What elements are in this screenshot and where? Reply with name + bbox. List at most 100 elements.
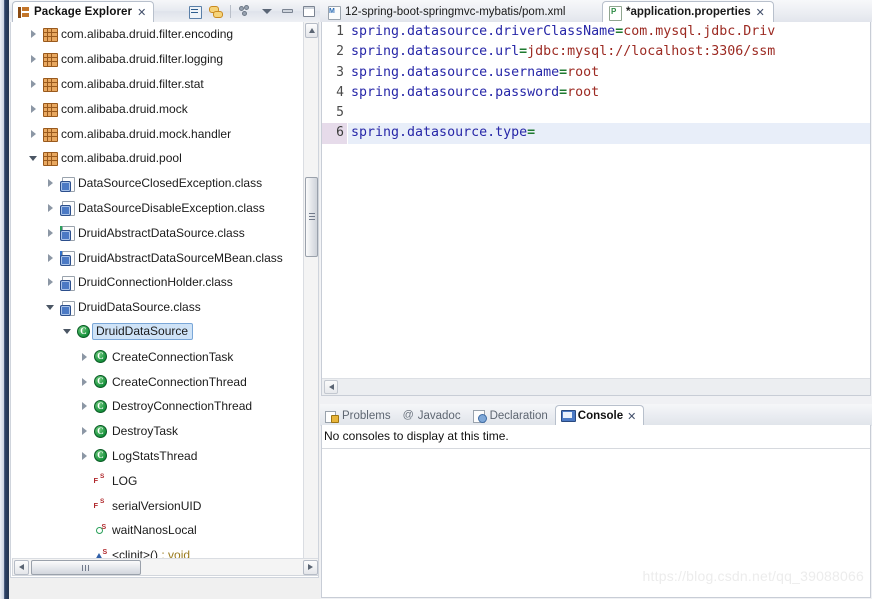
class-icon-slot: C xyxy=(75,325,92,339)
tree-row[interactable]: com.alibaba.druid.pool xyxy=(11,146,305,171)
arrow-right-icon xyxy=(308,564,313,570)
maximize-button[interactable] xyxy=(299,2,318,20)
view-menu-button[interactable] xyxy=(257,2,276,20)
editor-text-area[interactable]: spring.datasource.driverClassName=com.my… xyxy=(348,22,870,377)
collapse-all-icon xyxy=(188,5,202,19)
collapse-all-button[interactable] xyxy=(185,2,204,20)
scroll-up-button[interactable] xyxy=(305,23,318,38)
tree-row[interactable]: S F LOG xyxy=(11,468,305,493)
tree-row[interactable]: com.alibaba.druid.filter.stat xyxy=(11,72,305,97)
expand-arrow-icon[interactable] xyxy=(25,129,41,138)
tree-row[interactable]: DruidAbstractDataSourceMBean.class xyxy=(11,245,305,270)
xml-file-icon xyxy=(328,5,341,20)
package-icon-slot xyxy=(41,28,58,43)
minimize-button[interactable] xyxy=(278,2,297,20)
close-icon[interactable]: ✕ xyxy=(756,7,765,18)
tree-row[interactable]: SwaitNanosLocal xyxy=(11,518,305,543)
view-filter-icon xyxy=(239,4,252,18)
line-number: 3 xyxy=(336,64,344,80)
class-icon: C xyxy=(94,449,107,463)
tree-item-label: serialVersionUID xyxy=(112,498,202,513)
close-icon[interactable]: ✕ xyxy=(137,7,146,18)
collapse-arrow-icon[interactable] xyxy=(42,304,58,310)
tree-row[interactable]: S F serialVersionUID xyxy=(11,493,305,518)
close-icon[interactable]: ✕ xyxy=(627,411,636,422)
editor-tab-application-properties[interactable]: *application.properties ✕ xyxy=(602,1,774,22)
fast-view-bar[interactable] xyxy=(0,0,9,599)
tree-row[interactable]: DruidAbstractDataSource.class xyxy=(11,220,305,245)
tree-row[interactable]: DruidConnectionHolder.class xyxy=(11,270,305,295)
link-with-editor-button[interactable] xyxy=(206,2,225,20)
code-line[interactable]: spring.datasource.url=jdbc:mysql://local… xyxy=(348,42,870,62)
tree-row[interactable]: DruidDataSource.class xyxy=(11,295,305,320)
class-file-icon xyxy=(59,176,75,192)
class-icon: C xyxy=(94,399,107,413)
editor-tab-pom-xml[interactable]: 12-spring-boot-springmvc-mybatis/pom.xml xyxy=(322,1,573,22)
tree-row[interactable]: com.alibaba.druid.filter.logging xyxy=(11,47,305,72)
expand-arrow-icon[interactable] xyxy=(25,55,41,64)
tree-horizontal-scrollbar[interactable] xyxy=(12,558,318,576)
tree-row[interactable]: com.alibaba.druid.filter.encoding xyxy=(11,22,305,47)
vertical-scroll-thumb[interactable] xyxy=(305,177,318,257)
expand-arrow-icon[interactable] xyxy=(42,179,58,188)
scroll-right-button[interactable] xyxy=(303,559,318,575)
property-key: spring.datasource.driverClassName xyxy=(351,24,616,39)
bottom-tab-problems[interactable]: Problems xyxy=(320,405,398,426)
tree-row[interactable]: C LogStatsThread xyxy=(11,444,305,469)
tree-row[interactable]: com.alibaba.druid.mock xyxy=(11,96,305,121)
class-file-icon xyxy=(59,275,75,291)
tree-item-label: com.alibaba.druid.filter.stat xyxy=(61,76,204,91)
bottom-tab-declaration[interactable]: Declaration xyxy=(468,405,555,426)
bottom-tab-console[interactable]: Console ✕ xyxy=(554,405,645,426)
static-final-field-icon: SF xyxy=(93,498,105,511)
collapse-arrow-icon[interactable] xyxy=(59,329,75,335)
tree-item-label: DruidAbstractDataSourceMBean.class xyxy=(78,250,283,265)
abstract-class-file-icon-slot xyxy=(58,226,75,242)
tree-row[interactable]: DataSourceDisableException.class xyxy=(11,196,305,221)
expand-arrow-icon[interactable] xyxy=(25,30,41,39)
expand-arrow-icon[interactable] xyxy=(42,228,58,237)
expand-arrow-icon[interactable] xyxy=(25,104,41,113)
tab-package-explorer[interactable]: Package Explorer ✕ xyxy=(12,1,155,22)
code-line[interactable]: spring.datasource.type= xyxy=(348,123,870,144)
tree-row[interactable]: com.alibaba.druid.mock.handler xyxy=(11,121,305,146)
tree-row[interactable]: C DestroyConnectionThread xyxy=(11,394,305,419)
view-filter-button[interactable] xyxy=(236,2,255,20)
code-line[interactable]: spring.datasource.password=root xyxy=(348,83,870,103)
class-file-icon-slot xyxy=(58,176,75,192)
bottom-tab-javadoc[interactable]: @ Javadoc xyxy=(398,405,468,426)
code-line[interactable] xyxy=(348,103,870,123)
code-line[interactable]: spring.datasource.username=root xyxy=(348,63,870,83)
package-icon xyxy=(43,77,58,92)
package-explorer-view: Package Explorer ✕ com.alibaba.druid.fil… xyxy=(9,0,320,599)
tree-item-label: com.alibaba.druid.filter.encoding xyxy=(61,27,234,42)
tree-row[interactable]: C CreateConnectionTask xyxy=(11,344,305,369)
property-key: spring.datasource.url xyxy=(351,44,520,60)
editor-scroll-left-button[interactable] xyxy=(324,380,338,394)
tree-vertical-scrollbar[interactable] xyxy=(303,22,318,576)
line-number: 6 xyxy=(322,123,347,144)
scroll-left-button[interactable] xyxy=(14,559,29,575)
horizontal-scroll-thumb[interactable] xyxy=(31,559,141,575)
link-with-editor-icon xyxy=(209,5,223,18)
expand-arrow-icon[interactable] xyxy=(25,79,41,88)
expand-arrow-icon[interactable] xyxy=(42,278,58,287)
expand-arrow-icon[interactable] xyxy=(76,352,92,361)
code-line[interactable]: spring.datasource.driverClassName=com.my… xyxy=(348,22,870,42)
package-icon-slot xyxy=(41,53,58,68)
expand-arrow-icon[interactable] xyxy=(42,203,58,212)
tree-row[interactable]: DataSourceClosedException.class xyxy=(11,171,305,196)
collapse-arrow-icon[interactable] xyxy=(25,155,41,161)
bottom-tab-label: Console xyxy=(577,410,624,422)
editor-horizontal-scrollbar[interactable] xyxy=(322,378,870,395)
expand-arrow-icon[interactable] xyxy=(76,402,92,411)
expand-arrow-icon[interactable] xyxy=(76,427,92,436)
expand-arrow-icon[interactable] xyxy=(42,253,58,262)
tree-row-selected[interactable]: C DruidDataSource xyxy=(11,320,305,345)
expand-arrow-icon[interactable] xyxy=(76,377,92,386)
tree-row[interactable]: C DestroyTask xyxy=(11,419,305,444)
fast-view-bar-inner xyxy=(0,0,4,599)
expand-arrow-icon[interactable] xyxy=(76,451,92,460)
line-number: 1 xyxy=(336,24,344,39)
tree-row[interactable]: C CreateConnectionThread xyxy=(11,369,305,394)
